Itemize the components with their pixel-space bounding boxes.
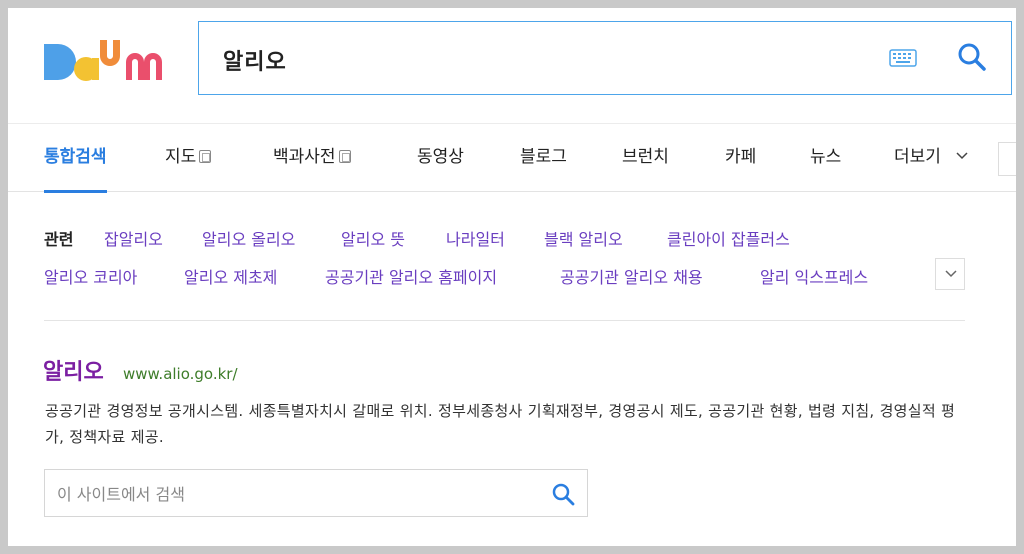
search-icon[interactable] (551, 482, 575, 506)
tab-cafe[interactable]: 카페 (725, 124, 756, 192)
related-link[interactable]: 클린아이 잡플러스 (667, 226, 790, 250)
related-link[interactable]: 알리오 올리오 (202, 226, 295, 250)
related-link[interactable]: 공공기관 알리오 홈페이지 (325, 264, 497, 288)
tab-integrated-search[interactable]: 통합검색 (44, 124, 107, 193)
daum-logo[interactable] (42, 36, 170, 86)
tab-label: 더보기 (894, 147, 941, 167)
tab-settings-box[interactable] (998, 142, 1016, 176)
page: 알리오 통합검색 지도 백과사전 동영상 블로그 브런치 카페 뉴스 더보기 관… (8, 8, 1016, 546)
tab-label: 동영상 (417, 147, 464, 167)
related-link[interactable]: 알리 익스프레스 (760, 264, 868, 288)
tab-video[interactable]: 동영상 (417, 124, 464, 192)
chevron-down-icon (945, 270, 957, 278)
tab-more[interactable]: 더보기 (894, 124, 968, 192)
related-link[interactable]: 알리오 뜻 (341, 226, 405, 250)
tab-label: 통합검색 (44, 147, 107, 167)
related-link[interactable]: 공공기관 알리오 채용 (560, 264, 703, 288)
related-link[interactable]: 블랙 알리오 (544, 226, 623, 250)
result-title-link[interactable]: 알리오 (43, 354, 104, 386)
tab-label: 뉴스 (810, 147, 842, 167)
tab-blog[interactable]: 블로그 (520, 124, 567, 192)
site-search-box (44, 469, 588, 517)
related-link[interactable]: 나라일터 (446, 226, 505, 250)
tab-label: 브런치 (622, 147, 669, 167)
tab-bar: 통합검색 지도 백과사전 동영상 블로그 브런치 카페 뉴스 더보기 (8, 123, 1016, 193)
tab-label: 백과사전 (273, 147, 336, 167)
related-link[interactable]: 알리오 코리아 (44, 264, 137, 288)
related-link[interactable]: 알리오 제초제 (184, 264, 277, 288)
keyboard-icon[interactable] (889, 49, 917, 67)
related-label: 관련 (44, 230, 74, 249)
external-window-icon (199, 150, 212, 163)
search-icon[interactable] (957, 42, 987, 72)
tab-encyclopedia[interactable]: 백과사전 (273, 124, 351, 192)
tab-map[interactable]: 지도 (165, 124, 212, 192)
chevron-down-icon (956, 152, 968, 160)
tab-label: 블로그 (520, 147, 567, 167)
related-link[interactable]: 잡알리오 (104, 226, 163, 250)
tab-brunch[interactable]: 브런치 (622, 124, 669, 192)
external-window-icon (338, 150, 351, 163)
search-query-text[interactable]: 알리오 (223, 44, 287, 76)
result-description: 공공기관 경영정보 공개시스템. 세종특별자치시 갈매로 위치. 정부세종청사 … (45, 402, 956, 446)
related-expand-button[interactable] (935, 258, 965, 290)
divider (44, 320, 965, 321)
site-search-input[interactable] (57, 482, 537, 506)
tab-label: 카페 (725, 147, 757, 167)
tab-news[interactable]: 뉴스 (810, 124, 841, 192)
result-url-link[interactable]: www.alio.go.kr/ (123, 365, 238, 383)
search-bar[interactable]: 알리오 (198, 21, 1012, 95)
tab-label: 지도 (165, 147, 197, 167)
